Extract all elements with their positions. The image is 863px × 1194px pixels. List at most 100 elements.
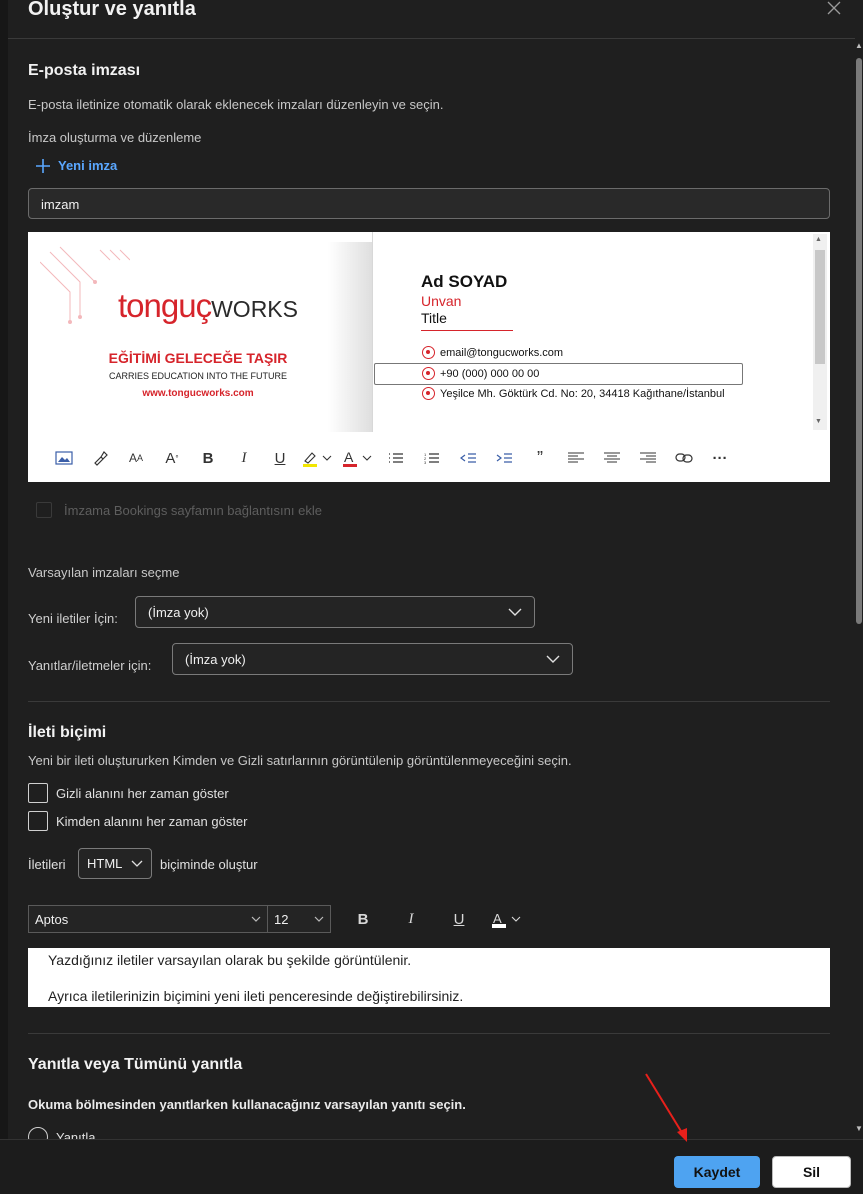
preview-line-1: Yazdığınız iletiler varsayılan olarak bu… (48, 952, 412, 968)
show-bcc-row[interactable]: Gizli alanını her zaman göster (28, 783, 229, 803)
new-signature-label: Yeni imza (58, 158, 118, 173)
signature-toolbar: AA A ° B I U A 123 ” ··· (28, 444, 830, 472)
bold-icon[interactable]: B (339, 905, 387, 933)
align-center-icon[interactable] (594, 446, 630, 470)
font-size-icon[interactable]: AA (118, 446, 154, 470)
save-button[interactable]: Kaydet (674, 1156, 760, 1188)
format-description: Yeni bir ileti oluştururken Kimden ve Gi… (28, 753, 572, 768)
preview-line-2: Ayrıca iletilerinizin biçimini yeni ilet… (48, 988, 464, 1004)
slogan-turkish: EĞİTİMİ GELECEĞE TAŞIR (108, 350, 288, 366)
format-painter-icon[interactable] (82, 446, 118, 470)
align-left-icon[interactable] (558, 446, 594, 470)
underline-icon[interactable]: U (262, 446, 298, 470)
banner-shadow (328, 242, 373, 432)
compose-format-value: HTML (87, 856, 123, 871)
font-color-icon[interactable]: A (338, 446, 378, 470)
section-divider (28, 701, 830, 702)
show-from-label: Kimden alanını her zaman göster (56, 813, 248, 829)
new-messages-label: Yeni iletiler İçin: (28, 611, 118, 626)
dialog-footer: Kaydet Sil (0, 1139, 863, 1194)
show-from-checkbox[interactable] (28, 811, 48, 831)
chevron-down-icon (508, 608, 522, 616)
format-toolbar: Aptos 12 B I U A (28, 905, 830, 933)
reply-heading: Yanıtla veya Tümünü yanıtla (28, 1056, 243, 1073)
numbering-icon[interactable]: 123 (414, 446, 450, 470)
signature-create-label: İmza oluşturma ve düzenleme (28, 130, 202, 145)
link-icon[interactable] (666, 446, 702, 470)
close-icon[interactable] (826, 0, 846, 20)
bookings-checkbox[interactable] (36, 502, 52, 518)
font-name-select[interactable]: Aptos (28, 905, 268, 933)
decrease-indent-icon[interactable] (450, 446, 486, 470)
font-name-value: Aptos (35, 911, 69, 927)
svg-text:A: A (493, 911, 502, 926)
decorative-pattern (40, 242, 130, 332)
chevron-down-icon (314, 916, 324, 922)
format-heading: İleti biçimi (28, 724, 107, 741)
editor-scrollbar-thumb[interactable] (815, 250, 825, 364)
replies-label: Yanıtlar/iletmeler için: (28, 658, 152, 673)
new-messages-value: (İmza yok) (148, 604, 209, 620)
underline-icon[interactable]: U (435, 905, 483, 933)
company-logo: tonguçWORKS (118, 287, 298, 324)
svg-text:A: A (344, 449, 354, 465)
show-from-row[interactable]: Kimden alanını her zaman göster (28, 811, 248, 831)
delete-button[interactable]: Sil (772, 1156, 851, 1188)
chevron-down-icon (251, 916, 261, 922)
signature-unvan: Unvan (421, 293, 462, 309)
font-color-icon[interactable]: A (483, 905, 531, 933)
website-link: www.tongucworks.com (142, 388, 254, 399)
section-divider (28, 1033, 830, 1034)
chevron-down-icon (131, 860, 143, 867)
italic-icon[interactable]: I (226, 446, 262, 470)
svg-text:3: 3 (424, 460, 427, 464)
text-effects-icon[interactable]: A ° (154, 446, 190, 470)
plus-icon (36, 158, 50, 173)
replies-value: (İmza yok) (185, 651, 246, 667)
editor-scroll-up-icon[interactable]: ▲ (815, 236, 822, 243)
new-signature-button[interactable]: Yeni imza (36, 158, 117, 173)
bold-icon[interactable]: B (190, 446, 226, 470)
phone-icon (422, 367, 435, 380)
signature-heading: E-posta imzası (28, 62, 141, 79)
italic-icon[interactable]: I (387, 905, 435, 933)
new-messages-select[interactable]: (İmza yok) (135, 596, 535, 628)
title-divider (8, 38, 855, 39)
show-bcc-checkbox[interactable] (28, 783, 48, 803)
show-bcc-label: Gizli alanını her zaman göster (56, 785, 229, 801)
left-rail (0, 0, 8, 1194)
email-icon (422, 346, 435, 359)
scroll-down-icon[interactable]: ▼ (855, 1124, 863, 1134)
compose-format-select[interactable]: HTML (78, 848, 152, 879)
signature-title: Title (421, 310, 447, 326)
annotation-arrow (640, 1070, 700, 1145)
signature-name: Ad SOYAD (421, 272, 508, 291)
contact-email: email@tongucworks.com (422, 346, 563, 359)
reply-description: Okuma bölmesinden yanıtlarken kullanacağ… (28, 1097, 466, 1112)
compose-suffix: biçiminde oluştur (160, 857, 258, 872)
banner-divider (372, 232, 373, 432)
format-preview: Yazdığınız iletiler varsayılan olarak bu… (28, 948, 830, 1007)
scroll-up-icon[interactable]: ▲ (855, 41, 863, 51)
signature-name-input[interactable]: imzam (28, 188, 830, 219)
font-size-value: 12 (274, 911, 289, 927)
signature-editor[interactable]: tonguçWORKS EĞİTİMİ GELECEĞE TAŞIR CARRI… (28, 232, 830, 482)
insert-image-icon[interactable] (46, 446, 82, 470)
align-right-icon[interactable] (630, 446, 666, 470)
location-icon (422, 387, 435, 400)
bullets-icon[interactable] (378, 446, 414, 470)
contact-address: Yeşilce Mh. Göktürk Cd. No: 20, 34418 Ka… (422, 387, 725, 400)
quote-icon[interactable]: ” (522, 446, 558, 470)
scrollbar-thumb[interactable] (856, 58, 862, 624)
dialog-title: Oluştur ve yanıtla (28, 0, 196, 20)
more-options-icon[interactable]: ··· (702, 446, 738, 470)
chevron-down-icon (546, 655, 560, 663)
font-size-select[interactable]: 12 (268, 905, 331, 933)
bookings-label: İmzama Bookings sayfamın bağlantısını ek… (64, 502, 322, 518)
increase-indent-icon[interactable] (486, 446, 522, 470)
highlight-icon[interactable] (298, 446, 338, 470)
bookings-checkbox-row[interactable]: İmzama Bookings sayfamın bağlantısını ek… (36, 502, 322, 518)
signature-description: E-posta iletinize otomatik olarak eklene… (28, 97, 444, 112)
editor-scroll-down-icon[interactable]: ▼ (815, 418, 822, 425)
replies-select[interactable]: (İmza yok) (172, 643, 573, 675)
